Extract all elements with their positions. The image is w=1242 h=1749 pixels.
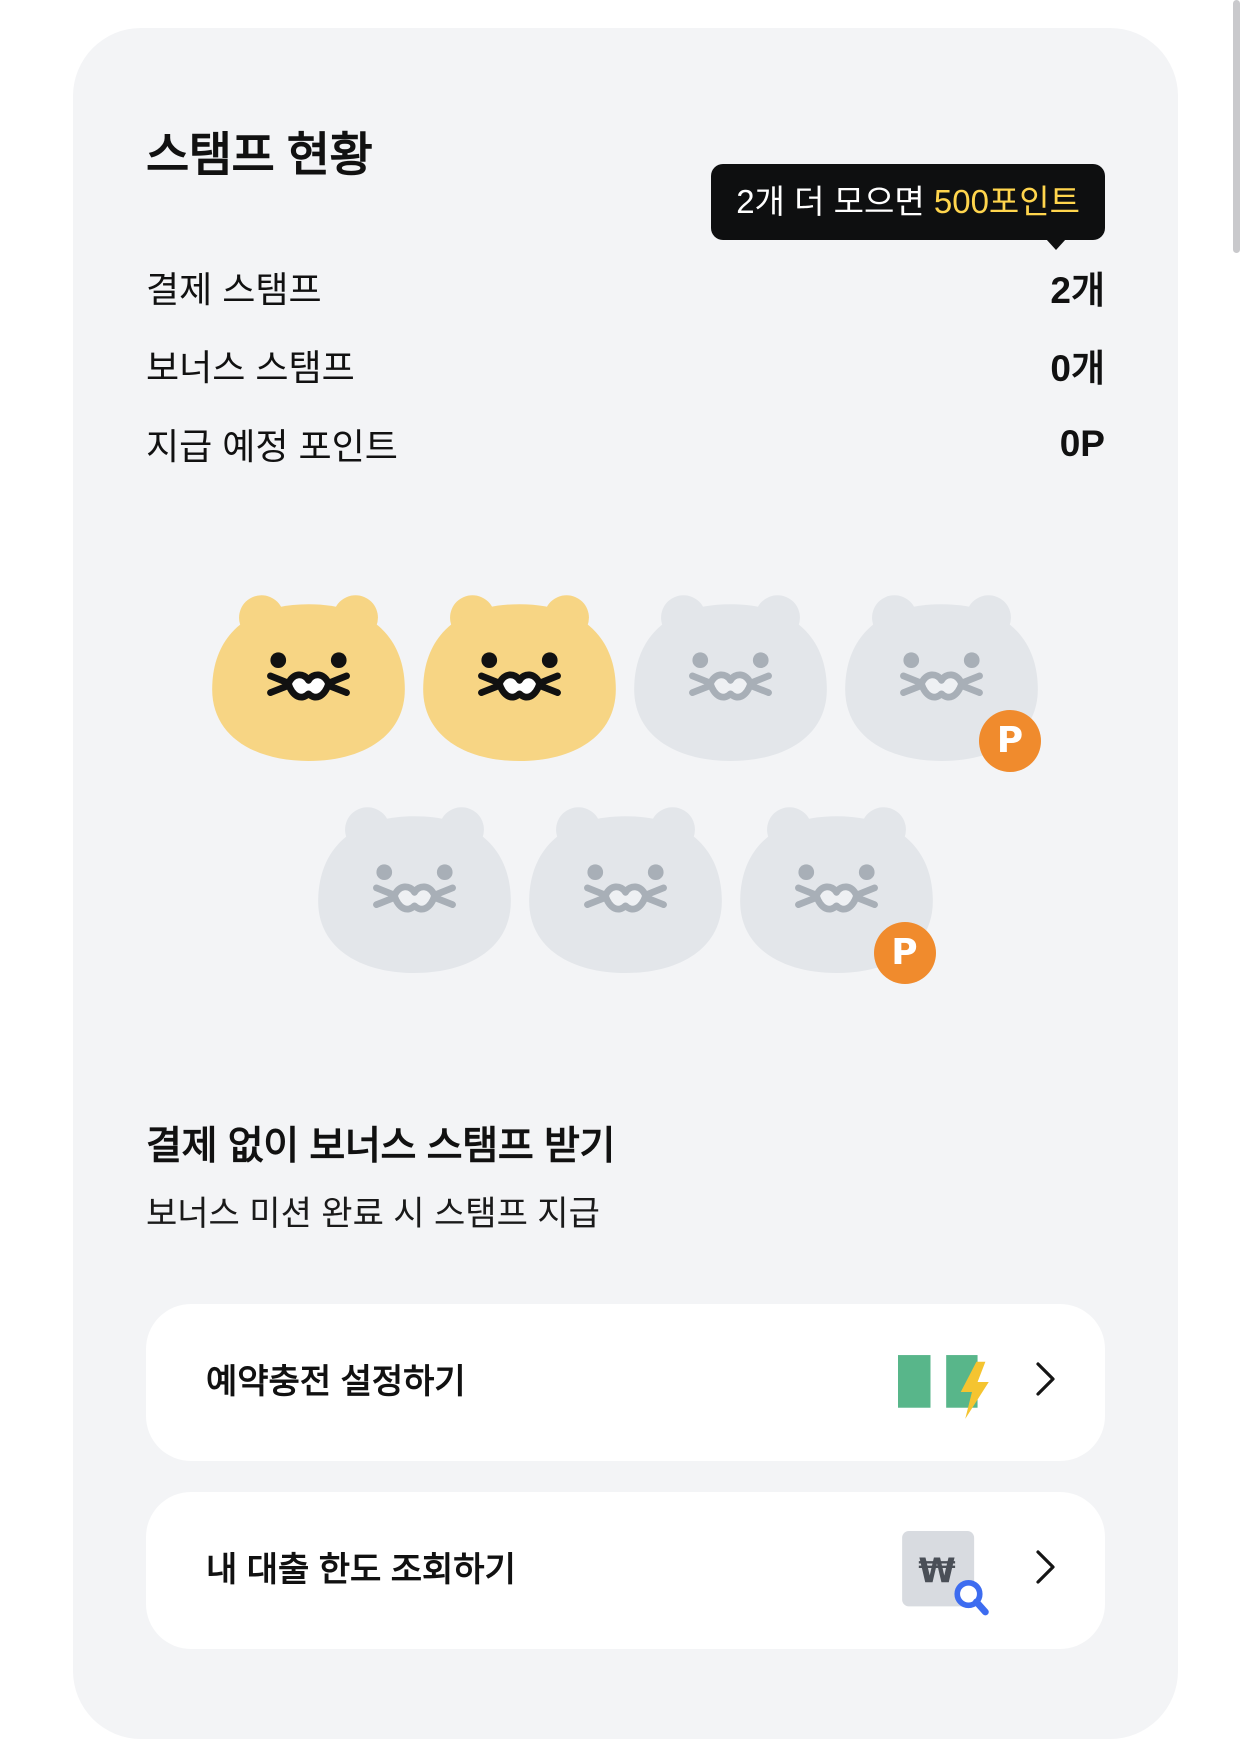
cat-face-icon bbox=[845, 595, 1038, 761]
stamp-empty bbox=[528, 805, 722, 973]
summary-row-bonus-stamp: 보너스 스탬프 0개 bbox=[146, 335, 1105, 395]
reserve-charge-button[interactable]: 예약충전 설정하기 bbox=[146, 1304, 1105, 1461]
tooltip-text: 2개 더 모으면 bbox=[736, 183, 934, 220]
tooltip-highlight: 500포인트 bbox=[933, 183, 1080, 220]
scrollbar-thumb[interactable] bbox=[1233, 0, 1240, 253]
point-badge: P bbox=[979, 710, 1041, 772]
stamp-empty bbox=[317, 805, 511, 973]
tooltip-arrow bbox=[1046, 239, 1066, 250]
summary-value: 0개 bbox=[1050, 348, 1105, 389]
loan-limit-label: 내 대출 한도 조회하기 bbox=[206, 1551, 516, 1589]
stamp-collected bbox=[212, 593, 405, 761]
battery-charge-icon bbox=[898, 1355, 989, 1419]
summary-value: 2개 bbox=[1050, 270, 1105, 311]
cat-face-icon bbox=[528, 807, 722, 973]
won-search-icon: ₩ bbox=[902, 1531, 989, 1616]
cat-face-icon bbox=[212, 595, 405, 761]
summary-label: 보너스 스탬프 bbox=[146, 347, 355, 388]
summary-value: 0P bbox=[1059, 423, 1105, 464]
bonus-section-subtitle: 보너스 미션 완료 시 스탬프 지급 bbox=[146, 1195, 600, 1233]
cat-face-icon bbox=[423, 595, 616, 761]
stamp-empty: P bbox=[845, 593, 1041, 772]
chevron-right-icon bbox=[1036, 1550, 1055, 1584]
chevron-right-icon bbox=[1036, 1362, 1055, 1396]
won-glyph: ₩ bbox=[918, 1551, 955, 1590]
stamp-tooltip: 2개 더 모으면 500포인트 bbox=[711, 164, 1105, 250]
cat-face-icon bbox=[317, 807, 511, 973]
loan-limit-button[interactable]: 내 대출 한도 조회하기 ₩ bbox=[146, 1492, 1105, 1649]
summary-label: 지급 예정 포인트 bbox=[146, 426, 398, 467]
stamp-status-card: 스탬프 현황 2개 더 모으면 500포인트 결제 스탬프 2개 보너스 스탬프… bbox=[73, 28, 1178, 1739]
summary-label: 결제 스탬프 bbox=[146, 269, 322, 310]
summary-row-expected-points: 지급 예정 포인트 0P bbox=[146, 414, 1105, 474]
bonus-section-heading: 결제 없이 보너스 스탬프 받기 bbox=[146, 1125, 616, 1168]
stamp-collected bbox=[423, 593, 616, 761]
cat-face-icon bbox=[739, 807, 933, 973]
reserve-charge-label: 예약충전 설정하기 bbox=[206, 1363, 466, 1401]
cat-face-icon bbox=[634, 595, 827, 761]
stamp-empty bbox=[634, 593, 827, 761]
page-title: 스탬프 현황 bbox=[146, 128, 373, 181]
point-badge: P bbox=[873, 922, 936, 984]
stamp-empty: P bbox=[739, 805, 936, 984]
summary-row-payment-stamp: 결제 스탬프 2개 bbox=[146, 257, 1105, 317]
